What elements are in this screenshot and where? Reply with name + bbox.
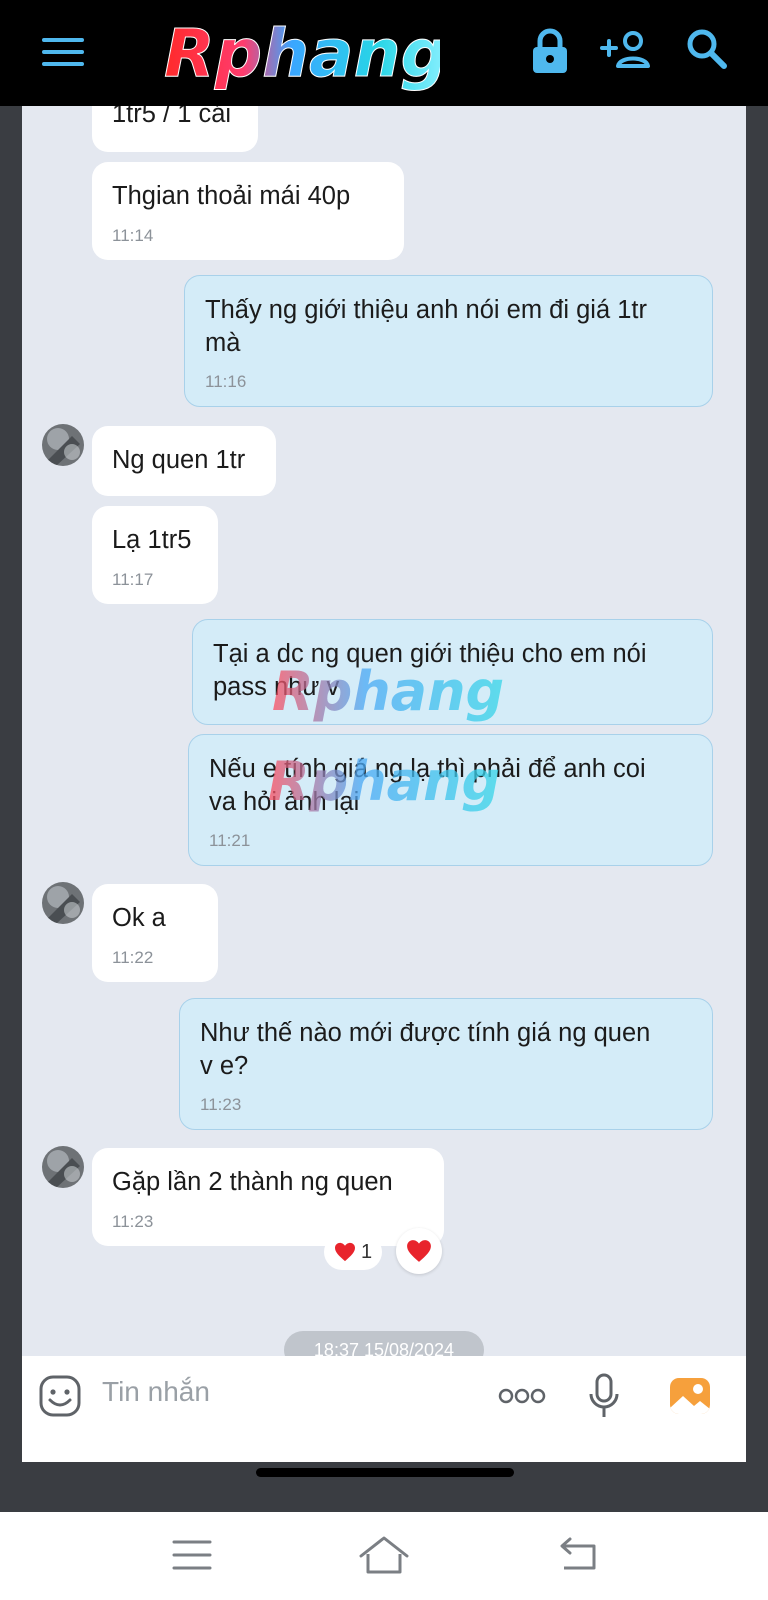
message-text: Tại a dc ng quen giới thiệu cho em nói p…: [213, 640, 647, 701]
recent-apps-icon[interactable]: [164, 1530, 220, 1580]
react-button[interactable]: [396, 1228, 442, 1274]
site-logo[interactable]: Rphang: [160, 6, 449, 96]
app-header: Rphang: [0, 0, 768, 106]
message-bubble[interactable]: Ok a 11:22: [92, 884, 218, 982]
reaction-summary[interactable]: 1: [324, 1234, 382, 1270]
date-separator: 18:37 15/08/2024: [284, 1331, 484, 1356]
message-text: Nếu e tính giá ng lạ thì phải để anh coi…: [209, 755, 646, 816]
message-text: 1tr5 / 1 cái: [112, 106, 232, 128]
message-time: 11:23: [200, 1095, 242, 1114]
avatar[interactable]: [42, 424, 84, 466]
microphone-icon[interactable]: [588, 1372, 620, 1420]
message-bubble[interactable]: Gặp lần 2 thành ng quen 11:23: [92, 1148, 444, 1246]
message-text: Ok a: [112, 904, 166, 932]
lock-icon[interactable]: [522, 22, 578, 78]
message-text: Ng quen 1tr: [112, 446, 246, 474]
heart-icon: [334, 1242, 355, 1262]
message-text: Như thế nào mới được tính giá ng quen v …: [200, 1019, 651, 1080]
image-icon[interactable]: [668, 1374, 712, 1418]
avatar[interactable]: [42, 882, 84, 924]
message-input[interactable]: Tin nhắn: [102, 1376, 210, 1408]
message-time: 11:16: [205, 372, 247, 391]
message-bubble[interactable]: Tại a dc ng quen giới thiệu cho em nói p…: [192, 619, 713, 725]
message-time: 11:17: [112, 570, 154, 589]
sticker-icon[interactable]: [38, 1374, 82, 1418]
message-bubble[interactable]: Thấy ng giới thiệu anh nói em đi giá 1tr…: [184, 275, 713, 407]
message-time: 11:23: [112, 1212, 154, 1231]
system-nav-bar: [0, 1512, 768, 1600]
home-indicator[interactable]: [256, 1468, 514, 1477]
add-user-icon[interactable]: [598, 22, 654, 78]
message-time: 11:22: [112, 948, 154, 967]
reaction-count: 1: [360, 1240, 373, 1263]
message-time: 11:21: [209, 831, 251, 850]
back-icon[interactable]: [550, 1530, 606, 1580]
message-bubble[interactable]: 1tr5 / 1 cái: [92, 106, 258, 152]
search-icon[interactable]: [680, 22, 736, 78]
menu-icon[interactable]: [42, 34, 84, 70]
message-text: Lạ 1tr5: [112, 526, 192, 554]
message-bubble[interactable]: Thgian thoải mái 40p 11:14: [92, 162, 404, 260]
avatar[interactable]: [42, 1146, 84, 1188]
chat-area[interactable]: 1tr5 / 1 cái Thgian thoải mái 40p 11:14 …: [22, 106, 746, 1356]
message-composer: Tin nhắn: [22, 1356, 746, 1462]
message-bubble[interactable]: Lạ 1tr5 11:17: [92, 506, 218, 604]
message-bubble[interactable]: Như thế nào mới được tính giá ng quen v …: [179, 998, 713, 1130]
more-icon[interactable]: [498, 1384, 546, 1408]
heart-icon: [407, 1240, 431, 1262]
svg-text:Rphang: Rphang: [164, 15, 440, 92]
message-bubble[interactable]: Ng quen 1tr: [92, 426, 276, 496]
message-text: Gặp lần 2 thành ng quen: [112, 1168, 393, 1196]
message-bubble[interactable]: Nếu e tính giá ng lạ thì phải để anh coi…: [188, 734, 713, 866]
message-text: Thgian thoải mái 40p: [112, 182, 351, 210]
message-time: 11:14: [112, 226, 154, 245]
home-icon[interactable]: [356, 1530, 412, 1580]
message-text: Thấy ng giới thiệu anh nói em đi giá 1tr…: [205, 296, 647, 357]
